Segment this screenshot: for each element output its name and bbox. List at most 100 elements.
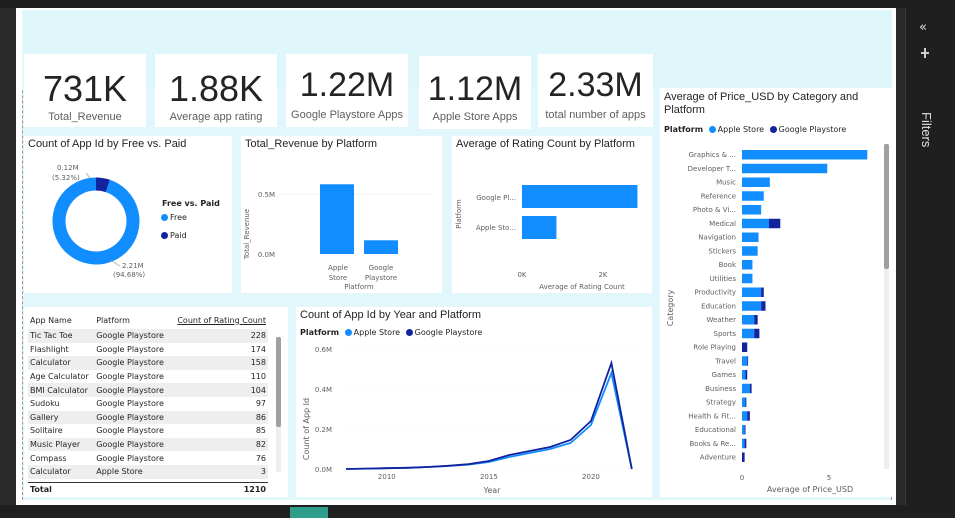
active-page-tab[interactable] bbox=[290, 507, 328, 518]
table-row[interactable]: Gallery Google Playstore 86 bbox=[28, 410, 268, 425]
category-bar-google bbox=[754, 328, 760, 339]
table-row[interactable]: Flashlight Google Playstore 174 bbox=[28, 343, 268, 357]
x-tick-label: Store bbox=[329, 274, 348, 282]
filters-label[interactable]: Filters bbox=[919, 112, 934, 147]
x-axis-label: Year bbox=[483, 486, 502, 495]
donut-slice-paid bbox=[95, 177, 110, 193]
table-row[interactable]: Calculator Apple Store 3 bbox=[28, 464, 268, 479]
category-label: Graphics & ... bbox=[689, 151, 737, 159]
price-by-category-bar-chart: Graphics & ... Developer T... Music Referen… bbox=[666, 150, 868, 494]
category-label: Strategy bbox=[706, 399, 736, 407]
filter-icon[interactable] bbox=[920, 48, 930, 58]
app-rating-table: App Name Platform Count of Rating Count … bbox=[28, 311, 268, 479]
top-toolbar bbox=[0, 0, 955, 8]
x-tick-label: Playstore bbox=[365, 274, 397, 282]
category-bar-apple bbox=[742, 163, 828, 174]
category-bar-apple bbox=[742, 383, 750, 394]
x-tick-label: 2015 bbox=[480, 473, 498, 481]
legend-item-free[interactable]: Free bbox=[158, 213, 187, 222]
cell-count: 174 bbox=[250, 344, 266, 354]
table-row[interactable]: Age Calculator Google Playstore 110 bbox=[28, 370, 268, 384]
table-row[interactable]: Compass Google Playstore 76 bbox=[28, 451, 268, 465]
cell-app-name: Solitaire bbox=[30, 426, 63, 436]
revenue-bar bbox=[364, 240, 398, 254]
kpi-value: 731K bbox=[42, 68, 128, 109]
column-header-app-name[interactable]: App Name bbox=[28, 311, 94, 329]
column-header-rating-count[interactable]: Count of Rating Count bbox=[170, 311, 268, 329]
legend-item-paid[interactable]: Paid bbox=[158, 231, 187, 240]
table-row[interactable]: Calculator Google Playstore 158 bbox=[28, 356, 268, 370]
y-tick-label: 0.0M bbox=[258, 251, 275, 259]
category-bar-apple bbox=[742, 191, 764, 201]
category-bar-apple bbox=[742, 425, 745, 435]
app-rating-table-visual[interactable]: App Name Platform Count of Rating Count … bbox=[24, 307, 288, 497]
free-paid-visual[interactable]: Count of App Id by Free vs. Paid 0.12M (… bbox=[24, 136, 232, 293]
table-row[interactable]: Sudoku Google Playstore 97 bbox=[28, 397, 268, 411]
category-bar-apple bbox=[742, 150, 868, 160]
cell-count: 86 bbox=[170, 410, 268, 425]
cell-platform: Google Playstore bbox=[94, 383, 171, 397]
cell-platform: Google Playstore bbox=[96, 372, 164, 382]
category-bar-google bbox=[744, 438, 747, 449]
collapse-panel-icon[interactable]: « bbox=[919, 20, 927, 35]
table-row[interactable]: Solitaire Google Playstore 85 bbox=[28, 424, 268, 438]
y-tick-label: Apple Sto... bbox=[476, 224, 516, 232]
table-scrollbar-thumb[interactable] bbox=[276, 337, 281, 427]
kpi-card-total-apps[interactable]: 2.33M total number of apps bbox=[538, 54, 653, 127]
category-label: Book bbox=[719, 261, 737, 269]
category-bar-apple bbox=[742, 287, 762, 297]
apps-by-year-visual[interactable]: Count of App Id by Year and Platform Pla… bbox=[296, 307, 652, 497]
category-bar-apple bbox=[742, 273, 753, 284]
cell-count: 97 bbox=[255, 399, 266, 409]
price-by-category-visual[interactable]: Average of Price_USD by Category and Pla… bbox=[660, 88, 892, 497]
category-label: Health & Fit... bbox=[688, 412, 736, 420]
kpi-card-total-revenue[interactable]: 731K Total_Revenue bbox=[24, 54, 146, 127]
cell-count: 3 bbox=[170, 464, 268, 479]
category-label: Weather bbox=[707, 316, 737, 324]
legend-label: Paid bbox=[170, 231, 187, 240]
kpi-card-average-rating[interactable]: 1.88K Average app rating bbox=[155, 54, 277, 127]
cell-count: 228 bbox=[170, 329, 268, 343]
rating-bar bbox=[522, 185, 638, 208]
kpi-card-google-apps[interactable]: 1.22M Google Playstore Apps bbox=[286, 54, 408, 127]
category-scroll-track[interactable] bbox=[884, 144, 889, 469]
y-axis-label: Count of App Id bbox=[302, 398, 311, 460]
cell-platform: Google Playstore bbox=[94, 410, 171, 425]
category-bar-apple bbox=[742, 177, 770, 187]
category-label: Sports bbox=[714, 330, 737, 338]
cell-app-name: Calculator bbox=[28, 356, 95, 370]
column-header-platform[interactable]: Platform bbox=[94, 311, 170, 329]
category-label: Books & Re... bbox=[689, 440, 736, 448]
cell-count: 85 bbox=[255, 426, 266, 436]
kpi-value: 2.33M bbox=[548, 66, 643, 104]
revenue-by-platform-visual[interactable]: Total_Revenue by Platform Total_Revenue … bbox=[241, 136, 442, 293]
rating-by-platform-visual[interactable]: Average of Rating Count by Platform Plat… bbox=[452, 136, 652, 293]
rating-bar bbox=[522, 216, 557, 239]
category-scrollbar-thumb[interactable] bbox=[884, 144, 889, 269]
total-label: Total bbox=[30, 485, 52, 494]
category-label: Business bbox=[705, 385, 736, 393]
category-bar-apple bbox=[742, 328, 755, 339]
cell-platform: Google Playstore bbox=[94, 437, 171, 452]
table-row[interactable]: Tic Tac Toe Google Playstore 228 bbox=[28, 329, 268, 343]
category-bar-apple bbox=[742, 218, 769, 229]
y-tick-label: 0.6M bbox=[315, 346, 332, 354]
category-bar-apple bbox=[742, 411, 748, 421]
table-row[interactable]: Music Player Google Playstore 82 bbox=[28, 437, 268, 452]
cell-count: 158 bbox=[170, 356, 268, 370]
y-tick-label: 0.5M bbox=[258, 191, 275, 199]
kpi-value: 1.12M bbox=[427, 70, 523, 108]
category-bar-google bbox=[754, 315, 758, 325]
kpi-card-apple-apps[interactable]: 1.12M Apple Store Apps bbox=[419, 56, 531, 129]
filters-pane[interactable]: « Filters bbox=[905, 8, 955, 505]
table-row[interactable]: BMI Calculator Google Playstore 104 bbox=[28, 383, 268, 397]
category-bar-apple bbox=[742, 370, 746, 380]
cell-app-name: Tic Tac Toe bbox=[28, 329, 95, 343]
category-label: Educational bbox=[695, 426, 736, 434]
kpi-value: 1.88K bbox=[168, 68, 264, 109]
category-bar-apple bbox=[742, 232, 759, 242]
donut-slice-free bbox=[52, 177, 140, 265]
table-scroll-track[interactable] bbox=[276, 337, 281, 472]
paid-percent-label: (5.32%) bbox=[52, 174, 80, 182]
cell-app-name: Flashlight bbox=[30, 344, 69, 354]
